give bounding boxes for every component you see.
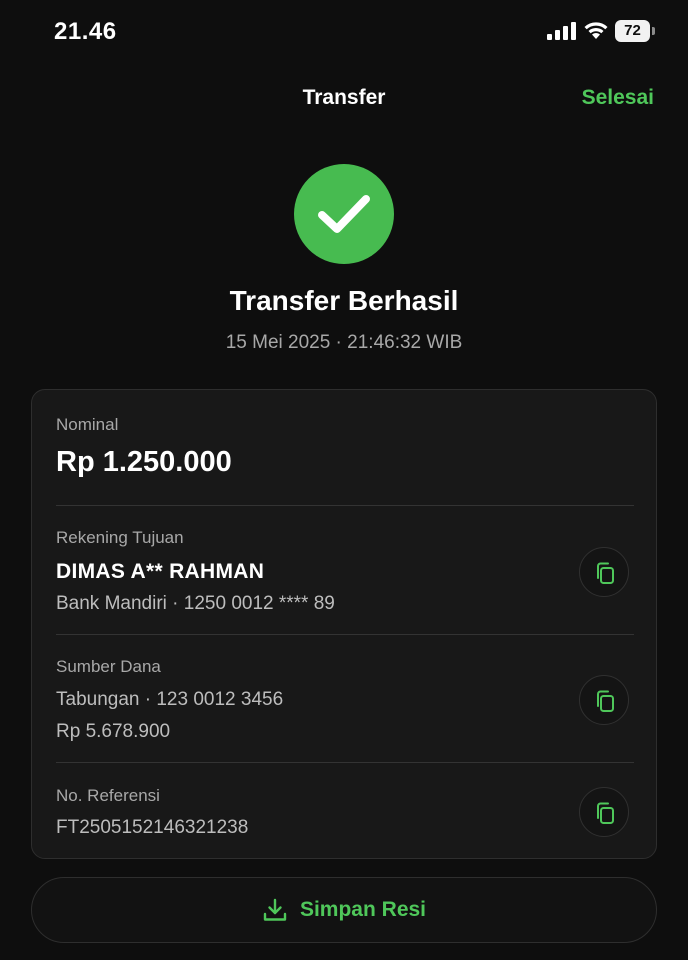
copy-icon — [597, 562, 614, 584]
reference-number: FT2505152146321238 — [56, 817, 249, 838]
nominal-label: Nominal — [56, 415, 119, 434]
battery-tip — [652, 27, 655, 35]
copy-source-button[interactable] — [579, 675, 629, 725]
success-badge — [294, 164, 394, 264]
battery-level: 72 — [624, 22, 641, 39]
checkmark-icon — [318, 195, 370, 233]
reference-label: No. Referensi — [56, 786, 160, 805]
done-button[interactable]: Selesai — [582, 86, 654, 110]
status-bar: 21.46 72 — [0, 0, 688, 64]
divider — [56, 634, 634, 635]
divider — [56, 505, 634, 506]
source-account: Tabungan · 123 0012 3456 — [56, 689, 284, 710]
status-time: 21.46 — [54, 18, 117, 45]
battery-icon: 72 — [615, 20, 655, 42]
signal-icon — [547, 22, 576, 40]
transaction-details-card: Nominal Rp 1.250.000 Rekening Tujuan DIM… — [31, 389, 657, 859]
wifi-icon — [584, 22, 608, 39]
success-title: Transfer Berhasil — [229, 285, 459, 316]
copy-reference-button[interactable] — [579, 787, 629, 837]
save-receipt-label: Simpan Resi — [299, 898, 427, 921]
save-receipt-content: Simpan Resi — [32, 878, 656, 942]
nominal-amount: Rp 1.250.000 — [56, 446, 232, 478]
transaction-datetime: 15 Mei 2025 · 21:46:32 WIB — [225, 332, 463, 353]
save-receipt-button[interactable]: Simpan Resi — [31, 877, 657, 943]
divider — [56, 762, 634, 763]
download-icon — [263, 898, 287, 921]
source-balance: Rp 5.678.900 — [56, 721, 171, 742]
transfer-success-screen: 21.46 72 Transfer Selesai Transfer Berha… — [0, 0, 688, 960]
source-label: Sumber Dana — [56, 657, 161, 676]
destination-label: Rekening Tujuan — [56, 528, 184, 547]
copy-icon — [597, 690, 614, 712]
destination-name: DIMAS A** RAHMAN — [56, 560, 265, 583]
copy-icon — [597, 802, 614, 824]
destination-account: Bank Mandiri · 1250 0012 **** 89 — [56, 593, 335, 614]
nav-header: Transfer Selesai — [0, 80, 688, 116]
copy-destination-button[interactable] — [579, 547, 629, 597]
